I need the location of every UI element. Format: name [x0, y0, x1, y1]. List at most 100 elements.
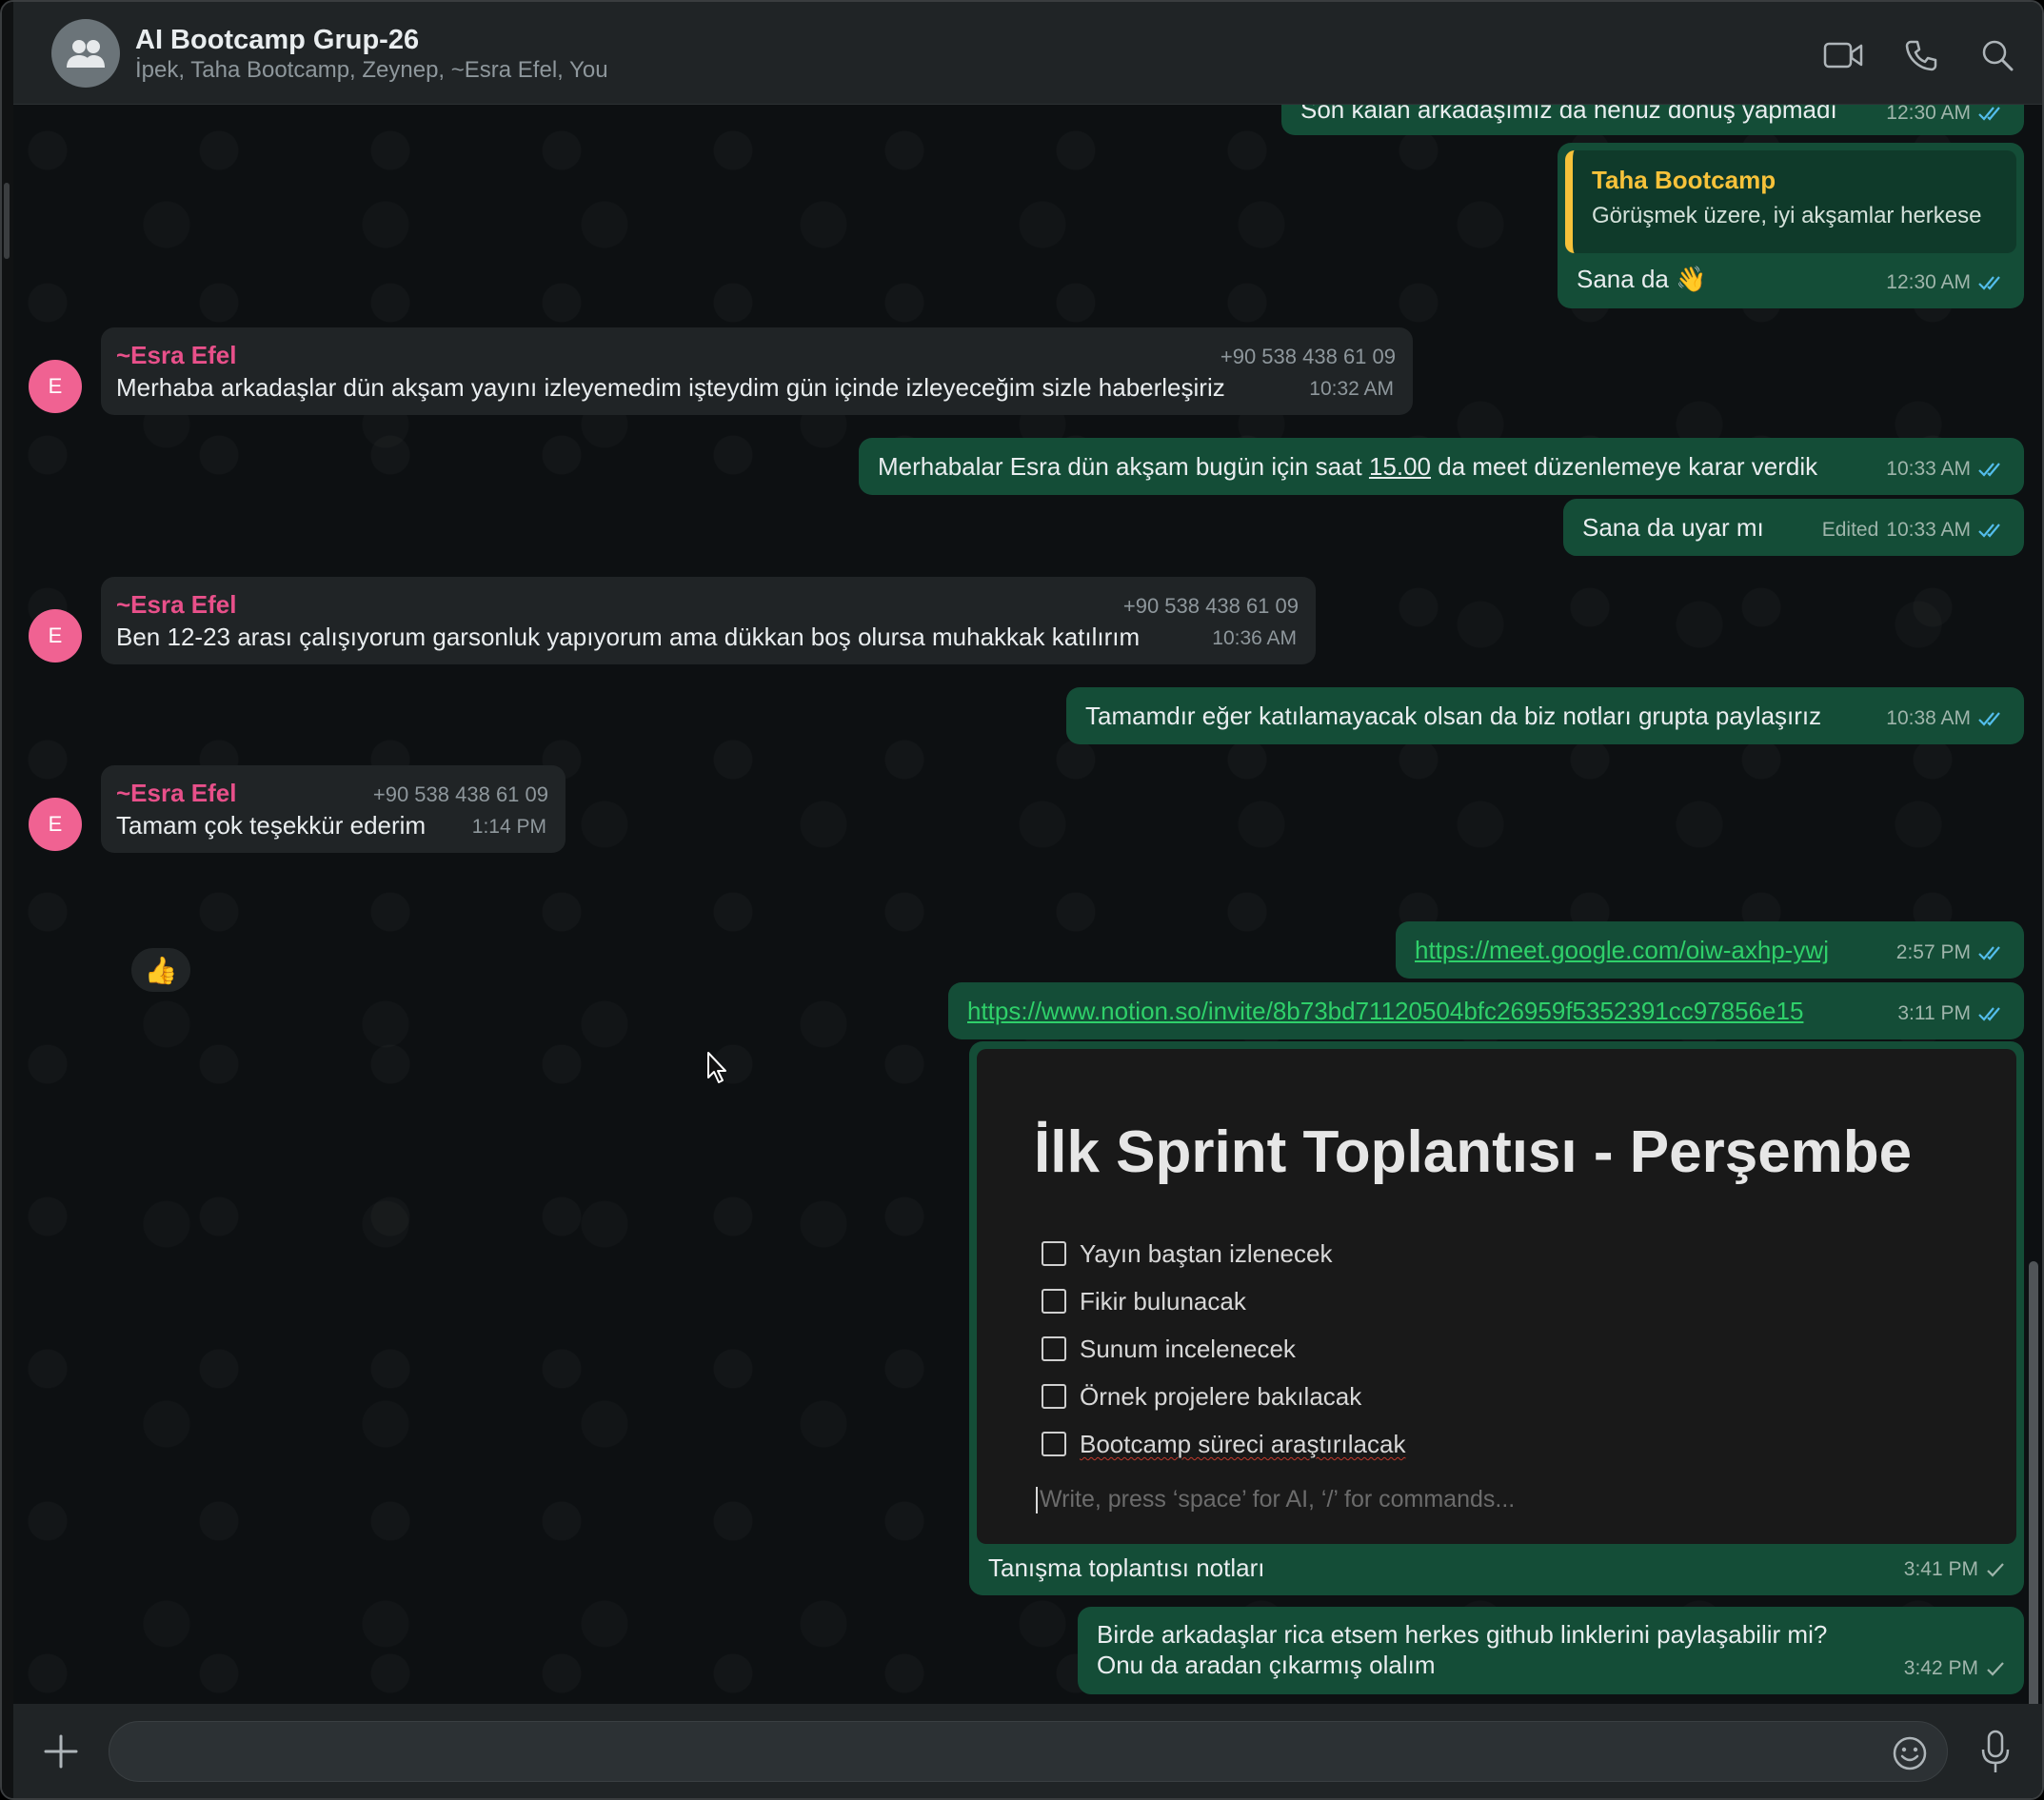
message-meta: 10:38 AM: [1886, 702, 2005, 735]
double-check-icon: [1978, 463, 2000, 477]
message-input[interactable]: [109, 1721, 1948, 1782]
group-avatar[interactable]: [51, 19, 120, 88]
message-bubble-outgoing[interactable]: https://www.notion.so/invite/8b73bd71120…: [948, 982, 2024, 1039]
notion-placeholder: Write, press ‘space’ for AI, ‘/’ for com…: [1036, 1483, 1515, 1515]
sender-phone: +90 538 438 61 09: [1220, 345, 1396, 368]
message-time: 3:11 PM: [1897, 1002, 1971, 1024]
meet-link[interactable]: https://meet.google.com/oiw-axhp-ywj: [1415, 934, 1829, 966]
message-time: 1:14 PM: [471, 816, 546, 838]
reaction-badge[interactable]: 👍: [129, 946, 192, 994]
sender-phone: +90 538 438 61 09: [1122, 594, 1299, 618]
microphone-icon[interactable]: [1976, 1729, 2014, 1776]
notion-screenshot[interactable]: İlk Sprint Toplantısı - Perşembe Yayın b…: [977, 1049, 2016, 1544]
message-time: 3:42 PM: [1903, 1657, 1978, 1679]
single-check-icon: [1987, 1563, 2004, 1577]
message-meta: 3:42 PM: [1904, 1652, 2005, 1685]
message-time: 10:32 AM: [1309, 378, 1394, 400]
message-composer: [13, 1704, 2042, 1798]
left-window-strip: [2, 2, 13, 1798]
message-bubble-incoming[interactable]: ~Esra Efel +90 538 438 61 09 Ben 12-23 a…: [101, 577, 1316, 664]
video-call-icon[interactable]: [1822, 34, 1864, 76]
sender-name[interactable]: ~Esra Efel: [116, 588, 236, 621]
message-time: 10:33 AM: [1886, 519, 1971, 541]
message-meta: 12:30 AM: [1886, 105, 2005, 129]
message-text: Son kalan arkadaşımız da henüz dönüş yap…: [1300, 105, 1837, 124]
sender-name[interactable]: ~Esra Efel: [116, 339, 236, 371]
emoji-icon[interactable]: [1891, 1734, 1929, 1772]
message-time: 12:30 AM: [1886, 271, 1971, 293]
message-text: Ben 12-23 arası çalışıyorum garsonluk ya…: [116, 623, 1141, 651]
message-bubble-outgoing[interactable]: https://meet.google.com/oiw-axhp-ywj 2:5…: [1396, 921, 2024, 979]
plus-icon[interactable]: [42, 1732, 80, 1770]
todo-label: Sunum incelenecek: [1080, 1335, 1296, 1363]
message-text: Merhabalar Esra dün akşam bugün için saa…: [878, 450, 1817, 483]
double-check-icon: [1978, 107, 2000, 121]
message-bubble-image[interactable]: İlk Sprint Toplantısı - Perşembe Yayın b…: [969, 1041, 2024, 1595]
chat-header[interactable]: AI Bootcamp Grup-26 İpek, Taha Bootcamp,…: [13, 2, 2042, 105]
message-bubble-outgoing[interactable]: Birde arkadaşlar rica etsem herkes githu…: [1078, 1607, 2024, 1694]
sender-phone: +90 538 438 61 09: [372, 782, 548, 806]
double-check-icon: [1978, 946, 2000, 960]
todo-label: Örnek projelere bakılacak: [1080, 1382, 1362, 1411]
todo-item: Yayın baştan izlenecek: [1042, 1237, 1332, 1270]
notion-link[interactable]: https://www.notion.so/invite/8b73bd71120…: [967, 995, 1803, 1027]
todo-item: Sunum incelenecek: [1042, 1333, 1296, 1365]
double-check-icon: [1978, 712, 2000, 726]
time-link[interactable]: 15.00: [1369, 452, 1431, 481]
sender-name[interactable]: ~Esra Efel: [116, 777, 236, 809]
group-icon: [67, 40, 105, 68]
message-bubble-incoming[interactable]: ~Esra Efel +90 538 438 61 09 Merhaba ark…: [101, 327, 1413, 415]
double-check-icon: [1978, 276, 2000, 290]
image-caption: Tanışma toplantısı notları: [988, 1553, 1265, 1582]
message-time: 3:41 PM: [1903, 1558, 1978, 1580]
whatsapp-window: AI Bootcamp Grup-26 İpek, Taha Bootcamp,…: [0, 0, 2044, 1800]
sender-avatar[interactable]: E: [29, 609, 82, 663]
message-meta: 10:32 AM: [1309, 373, 1394, 405]
todo-label: Yayın baştan izlenecek: [1080, 1239, 1333, 1268]
message-meta: 10:36 AM: [1212, 623, 1297, 655]
message-bubble-outgoing[interactable]: Son kalan arkadaşımız da henüz dönüş yap…: [1281, 105, 2024, 135]
group-title[interactable]: AI Bootcamp Grup-26: [135, 25, 419, 56]
checkbox-icon: [1042, 1384, 1066, 1409]
sender-avatar[interactable]: E: [29, 360, 82, 413]
message-time: 12:30 AM: [1886, 105, 1971, 124]
message-time: 2:57 PM: [1895, 941, 1971, 963]
message-list[interactable]: Son kalan arkadaşımız da henüz dönüş yap…: [13, 105, 2042, 1704]
voice-call-icon[interactable]: [1900, 34, 1942, 76]
search-icon[interactable]: [1976, 34, 2018, 76]
message-bubble-outgoing[interactable]: Merhabalar Esra dün akşam bugün için saa…: [859, 438, 2024, 495]
message-bubble-outgoing[interactable]: Taha Bootcamp Görüşmek üzere, iyi akşaml…: [1558, 143, 2024, 308]
single-check-icon: [1987, 1662, 2004, 1676]
message-text-part: Merhabalar Esra dün akşam bugün için saa…: [878, 452, 1369, 481]
double-check-icon: [1978, 1007, 2000, 1021]
todo-item: Örnek projelere bakılacak: [1042, 1380, 1361, 1413]
message-text: Tamamdır eğer katılamayacak olsan da biz…: [1085, 702, 1822, 730]
checkbox-icon: [1042, 1432, 1066, 1456]
message-meta: 2:57 PM: [1896, 937, 2005, 969]
edited-label: Edited: [1821, 519, 1879, 541]
message-meta: 3:11 PM: [1897, 998, 2005, 1030]
message-time: 10:36 AM: [1212, 627, 1297, 649]
message-bubble-outgoing[interactable]: Tamamdır eğer katılamayacak olsan da biz…: [1066, 687, 2024, 744]
sender-avatar[interactable]: E: [29, 798, 82, 851]
checkbox-icon: [1042, 1289, 1066, 1314]
double-check-icon: [1978, 524, 2000, 538]
message-bubble-incoming[interactable]: ~Esra Efel +90 538 438 61 09 Tamam çok t…: [101, 765, 566, 853]
message-meta: 12:30 AM: [1886, 267, 2005, 299]
message-text: Sana da uyar mı: [1582, 513, 1764, 542]
todo-label: Bootcamp süreci araştırılacak: [1080, 1430, 1406, 1458]
chat-scrollbar[interactable]: [2029, 1261, 2038, 1704]
group-members[interactable]: İpek, Taha Bootcamp, Zeynep, ~Esra Efel,…: [135, 57, 608, 84]
message-text-part: da meet düzenlemeye karar verdik: [1431, 452, 1818, 481]
quoted-message[interactable]: Taha Bootcamp Görüşmek üzere, iyi akşaml…: [1565, 150, 2016, 253]
message-text-line: Onu da aradan çıkarmış olalım: [1097, 1651, 1436, 1679]
checkbox-icon: [1042, 1241, 1066, 1266]
todo-item: Fikir bulunacak: [1042, 1285, 1246, 1317]
mouse-pointer-icon: [707, 1052, 726, 1083]
quoted-sender: Taha Bootcamp: [1592, 166, 1776, 194]
message-text: Tamam çok teşekkür ederim: [116, 811, 427, 840]
message-bubble-outgoing[interactable]: Sana da uyar mı Edited 10:33 AM: [1563, 499, 2024, 556]
message-meta: 10:33 AM: [1886, 453, 2005, 485]
text-caret: [1036, 1487, 1038, 1514]
resize-grip[interactable]: [4, 183, 10, 259]
